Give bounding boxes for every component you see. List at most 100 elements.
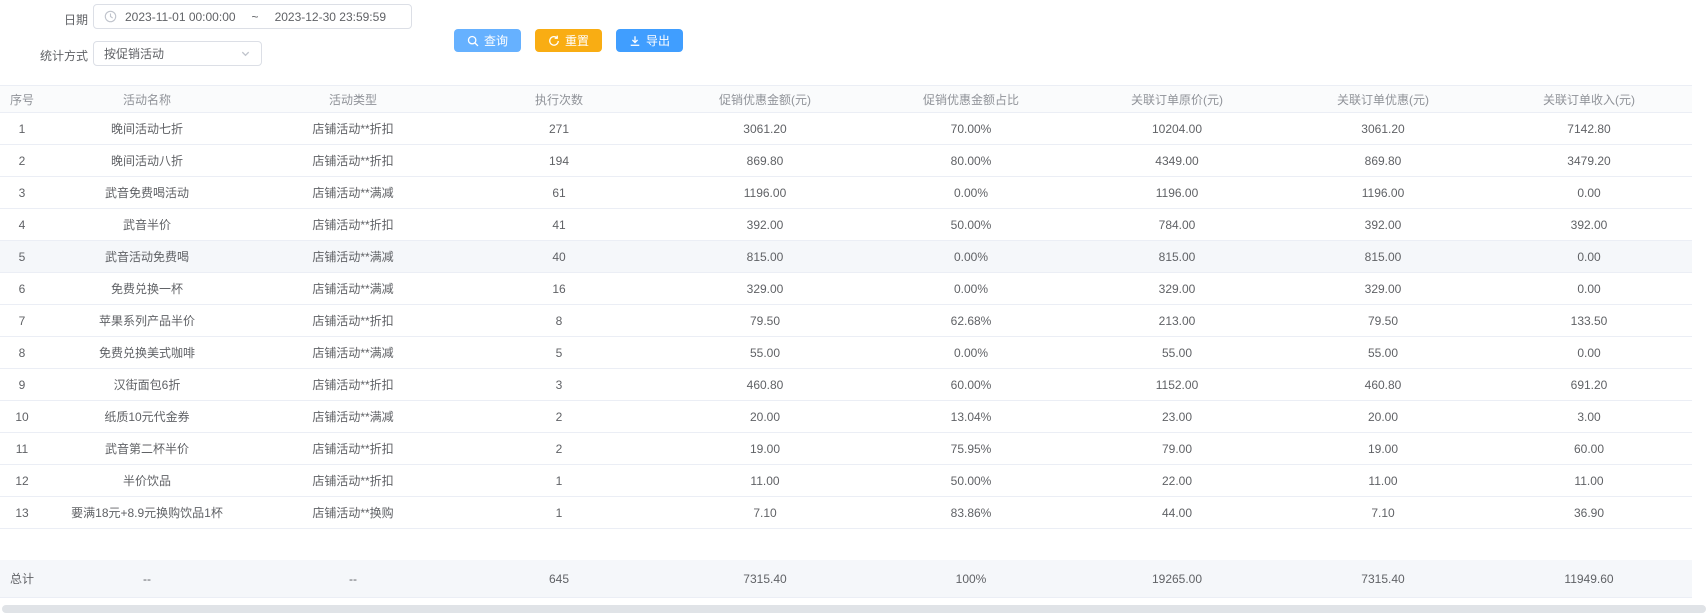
total-cell: 7315.40 xyxy=(1280,572,1486,586)
table-cell: 13 xyxy=(0,506,44,520)
table-cell: 免费兑换一杯 xyxy=(44,280,250,297)
table-cell: 691.20 xyxy=(1486,378,1692,392)
stat-method-select[interactable]: 按促销活动 xyxy=(93,41,262,66)
table-cell: 2 xyxy=(0,154,44,168)
table-cell: 店铺活动**满减 xyxy=(250,184,456,201)
table-cell: 41 xyxy=(456,218,662,232)
horizontal-scrollbar[interactable] xyxy=(2,605,1706,613)
table-cell: 815.00 xyxy=(1074,250,1280,264)
table-cell: 武音半价 xyxy=(44,216,250,233)
table-cell: 1 xyxy=(456,474,662,488)
table-cell: 79.50 xyxy=(662,314,868,328)
toolbar: 查询 重置 导出 xyxy=(454,29,683,52)
table-row: 4武音半价店铺活动**折扣41392.0050.00%784.00392.003… xyxy=(0,209,1692,241)
date-end-value: 2023-12-30 23:59:59 xyxy=(275,10,386,24)
table-cell: 460.80 xyxy=(1280,378,1486,392)
table-row: 6免费兑换一杯店铺活动**满减16329.000.00%329.00329.00… xyxy=(0,273,1692,305)
table-cell: 392.00 xyxy=(662,218,868,232)
search-icon xyxy=(467,35,479,47)
date-label: 日期 xyxy=(40,11,88,28)
table-cell: 213.00 xyxy=(1074,314,1280,328)
table-cell: 店铺活动**换购 xyxy=(250,504,456,521)
table-cell: 5 xyxy=(456,346,662,360)
table-row: 2晚间活动八折店铺活动**折扣194869.8080.00%4349.00869… xyxy=(0,145,1692,177)
table-cell: 3061.20 xyxy=(662,122,868,136)
table-cell: 武音免费喝活动 xyxy=(44,184,250,201)
table-cell: 392.00 xyxy=(1486,218,1692,232)
export-button-label: 导出 xyxy=(646,32,670,49)
table-row: 5武音活动免费喝店铺活动**满减40815.000.00%815.00815.0… xyxy=(0,241,1692,273)
table-cell: 3 xyxy=(456,378,662,392)
table-cell: 2 xyxy=(456,410,662,424)
table-cell: 16 xyxy=(456,282,662,296)
query-button-label: 查询 xyxy=(484,32,508,49)
table-cell: 11.00 xyxy=(1280,474,1486,488)
table-cell: 55.00 xyxy=(662,346,868,360)
table-cell: 0.00 xyxy=(1486,250,1692,264)
table-cell: 62.68% xyxy=(868,314,1074,328)
table-cell: 店铺活动**折扣 xyxy=(250,216,456,233)
table-cell: 36.90 xyxy=(1486,506,1692,520)
table-cell: 0.00% xyxy=(868,186,1074,200)
table-cell: 70.00% xyxy=(868,122,1074,136)
clock-icon xyxy=(104,10,117,23)
table-cell: 10204.00 xyxy=(1074,122,1280,136)
table-cell: 60.00% xyxy=(868,378,1074,392)
stat-method-label: 统计方式 xyxy=(40,47,88,64)
table-cell: 0.00% xyxy=(868,282,1074,296)
table-cell: 392.00 xyxy=(1280,218,1486,232)
table-cell: 79.50 xyxy=(1280,314,1486,328)
table-header-row: 序号活动名称活动类型执行次数促销优惠金额(元)促销优惠金额占比关联订单原价(元)… xyxy=(0,85,1692,113)
table-cell: 晚间活动八折 xyxy=(44,152,250,169)
table-body: 1晚间活动七折店铺活动**折扣2713061.2070.00%10204.003… xyxy=(0,113,1692,529)
table-cell: 纸质10元代金券 xyxy=(44,408,250,425)
table-cell: 店铺活动**折扣 xyxy=(250,472,456,489)
reset-button[interactable]: 重置 xyxy=(535,29,602,52)
table-cell: 7.10 xyxy=(1280,506,1486,520)
query-button[interactable]: 查询 xyxy=(454,29,521,52)
table-row: 12半价饮品店铺活动**折扣111.0050.00%22.0011.0011.0… xyxy=(0,465,1692,497)
table-cell: 50.00% xyxy=(868,218,1074,232)
table-cell: 329.00 xyxy=(1074,282,1280,296)
total-cell: 11949.60 xyxy=(1486,572,1692,586)
table-cell: 13.04% xyxy=(868,410,1074,424)
table-cell: 329.00 xyxy=(662,282,868,296)
table-cell: 半价饮品 xyxy=(44,472,250,489)
stat-method-value: 按促销活动 xyxy=(104,45,164,62)
table-cell: 7142.80 xyxy=(1486,122,1692,136)
column-header: 关联订单收入(元) xyxy=(1486,91,1692,108)
table-row: 11武音第二杯半价店铺活动**折扣219.0075.95%79.0019.006… xyxy=(0,433,1692,465)
column-header: 促销优惠金额(元) xyxy=(662,91,868,108)
table-cell: 免费兑换美式咖啡 xyxy=(44,344,250,361)
table-cell: 店铺活动**满减 xyxy=(250,344,456,361)
table-cell: 0.00% xyxy=(868,250,1074,264)
table-cell: 20.00 xyxy=(1280,410,1486,424)
refresh-icon xyxy=(548,35,560,47)
table-cell: 店铺活动**折扣 xyxy=(250,376,456,393)
table-cell: 0.00 xyxy=(1486,282,1692,296)
table-cell: 9 xyxy=(0,378,44,392)
table-cell: 11.00 xyxy=(1486,474,1692,488)
table-cell: 11.00 xyxy=(662,474,868,488)
export-button[interactable]: 导出 xyxy=(616,29,683,52)
table-cell: 61 xyxy=(456,186,662,200)
table-cell: 店铺活动**满减 xyxy=(250,248,456,265)
total-cell: 总计 xyxy=(0,570,44,587)
total-cell: 7315.40 xyxy=(662,572,868,586)
table-cell: 1 xyxy=(456,506,662,520)
table-cell: 3479.20 xyxy=(1486,154,1692,168)
total-cell: 19265.00 xyxy=(1074,572,1280,586)
column-header: 活动名称 xyxy=(44,91,250,108)
column-header: 序号 xyxy=(0,91,44,108)
date-range-input[interactable]: 2023-11-01 00:00:00 ~ 2023-12-30 23:59:5… xyxy=(93,4,412,29)
table-row: 7苹果系列产品半价店铺活动**折扣879.5062.68%213.0079.50… xyxy=(0,305,1692,337)
date-range-separator: ~ xyxy=(252,10,259,24)
table-cell: 133.50 xyxy=(1486,314,1692,328)
table-cell: 55.00 xyxy=(1280,346,1486,360)
scrollbar-thumb[interactable] xyxy=(2,605,1706,613)
table-total-row: 总计----6457315.40100%19265.007315.4011949… xyxy=(0,560,1692,598)
table-cell: 40 xyxy=(456,250,662,264)
download-icon xyxy=(629,35,641,47)
total-cell: 645 xyxy=(456,572,662,586)
table-cell: 0.00 xyxy=(1486,186,1692,200)
